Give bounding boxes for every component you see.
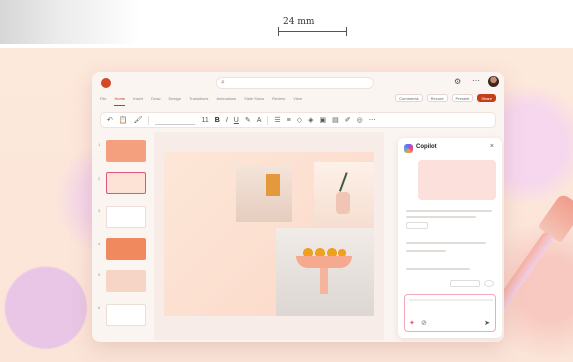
copilot-title: Copilot [416, 144, 437, 150]
response-line [406, 268, 470, 270]
italic-button[interactable]: I [226, 117, 228, 124]
send-icon[interactable]: ➤ [484, 319, 490, 327]
search-icon: ⌕ [221, 79, 225, 86]
share-button[interactable]: Share [477, 94, 496, 102]
divider [267, 115, 269, 125]
dimension-label: 24 mm [283, 17, 315, 27]
attach-icon[interactable]: ⊘ [421, 319, 427, 327]
suggestion-chip[interactable] [406, 222, 428, 229]
tab-design[interactable]: Design [168, 96, 180, 106]
avatar[interactable] [488, 76, 499, 87]
response-line [406, 250, 446, 252]
slide-number: 6 [98, 305, 101, 310]
gear-icon[interactable]: ⚙ [454, 77, 461, 86]
powerpoint-window: ⌕ ⚙ ⋯ File Home Insert Draw Design Trans… [92, 72, 504, 342]
refresh-icon[interactable] [484, 280, 494, 287]
slide-thumbnail-3[interactable] [106, 206, 146, 228]
clipboard-icon[interactable]: 📋 [119, 116, 128, 124]
slide-thumbnail-2[interactable] [106, 172, 146, 194]
slide-number: 5 [98, 272, 101, 277]
slide-number: 1 [98, 142, 101, 147]
bowl [296, 256, 352, 268]
bullets-icon[interactable]: ☰ [274, 116, 280, 124]
tab-review[interactable]: Review [272, 96, 285, 106]
highlight-icon[interactable]: ✎ [245, 116, 251, 124]
format-painter-icon[interactable]: 🖌 [134, 116, 143, 124]
fill-icon[interactable]: ◈ [308, 116, 313, 124]
tab-slide-show[interactable]: Slide Show [244, 96, 264, 106]
copilot-icon [404, 144, 413, 153]
ribbon-actions: Comments Record Present Share [395, 94, 496, 102]
slide-number: 2 [98, 176, 101, 181]
copilot-input[interactable]: ✦ ⊘ ➤ [404, 294, 496, 332]
sparkle-icon[interactable]: ✦ [409, 319, 415, 327]
slide-thumbnails: 1 2 3 4 5 6 [98, 138, 150, 338]
record-button[interactable]: Record [426, 94, 448, 102]
tab-animations[interactable]: Animations [216, 96, 236, 106]
dimension-line [278, 31, 346, 32]
formatting-toolbar: ↶ 📋 🖌 11 B I U ✎ A ☰ ≡ ◇ ◈ ▣ ▤ ✐ ◎ ⋯ [100, 112, 496, 128]
action-chip[interactable] [450, 280, 480, 287]
designer-icon[interactable]: ▤ [332, 116, 339, 124]
more-icon[interactable]: ⋯ [472, 76, 480, 85]
comments-button[interactable]: Comments [395, 94, 423, 102]
input-placeholder [409, 299, 493, 301]
slide-image-vase[interactable] [314, 162, 374, 232]
dimension-tick-right [346, 27, 347, 36]
current-slide[interactable] [164, 152, 374, 316]
slide-thumbnail-6[interactable] [106, 304, 146, 326]
font-color-icon[interactable]: A [257, 117, 262, 124]
ribbon-tabs: File Home Insert Draw Design Transitions… [100, 96, 302, 106]
search-input[interactable]: ⌕ [216, 77, 374, 89]
picture-icon[interactable]: ▣ [320, 116, 327, 124]
slide-thumbnail-5[interactable] [106, 270, 146, 292]
tab-file[interactable]: File [100, 96, 106, 106]
underline-button[interactable]: U [234, 117, 239, 124]
font-size-dropdown[interactable]: 11 [201, 117, 208, 124]
font-name-dropdown[interactable] [155, 116, 196, 125]
user-message-bubble [418, 160, 496, 200]
dimension-tick-left [278, 27, 279, 36]
slide-thumbnail-1[interactable] [106, 140, 146, 162]
slide-image-shelf[interactable] [236, 166, 292, 222]
divider [148, 115, 150, 125]
bowl-stem [320, 268, 328, 294]
slide-editor [154, 132, 384, 340]
copilot-ribbon-icon[interactable]: ◎ [357, 116, 363, 124]
response-line [406, 210, 492, 212]
response-line [406, 216, 476, 218]
present-button[interactable]: Present [451, 94, 474, 102]
copilot-pane: Copilot × ✦ ⊘ ➤ [398, 138, 502, 338]
undo-icon[interactable]: ↶ [107, 116, 113, 124]
slide-image-fruit-bowl[interactable] [276, 228, 374, 316]
draw-icon[interactable]: ✐ [345, 116, 351, 124]
powerpoint-logo-icon[interactable] [101, 78, 111, 88]
align-icon[interactable]: ≡ [287, 117, 291, 124]
shelf-box [266, 174, 280, 196]
more-options-icon[interactable]: ⋯ [369, 116, 376, 124]
tab-draw[interactable]: Draw [151, 96, 160, 106]
vase [336, 192, 350, 214]
slide-number: 4 [98, 241, 101, 246]
tab-home[interactable]: Home [114, 96, 126, 106]
slide-thumbnail-4[interactable] [106, 238, 146, 260]
shapes-icon[interactable]: ◇ [297, 116, 302, 124]
response-line [406, 242, 486, 244]
close-icon[interactable]: × [490, 143, 494, 150]
bold-button[interactable]: B [215, 117, 220, 124]
tab-view[interactable]: View [293, 96, 302, 106]
top-strip [0, 0, 140, 44]
slide-number: 3 [98, 208, 101, 213]
tab-transitions[interactable]: Transitions [189, 96, 208, 106]
titlebar: ⌕ ⚙ ⋯ [92, 72, 504, 92]
tab-insert[interactable]: Insert [133, 96, 143, 106]
